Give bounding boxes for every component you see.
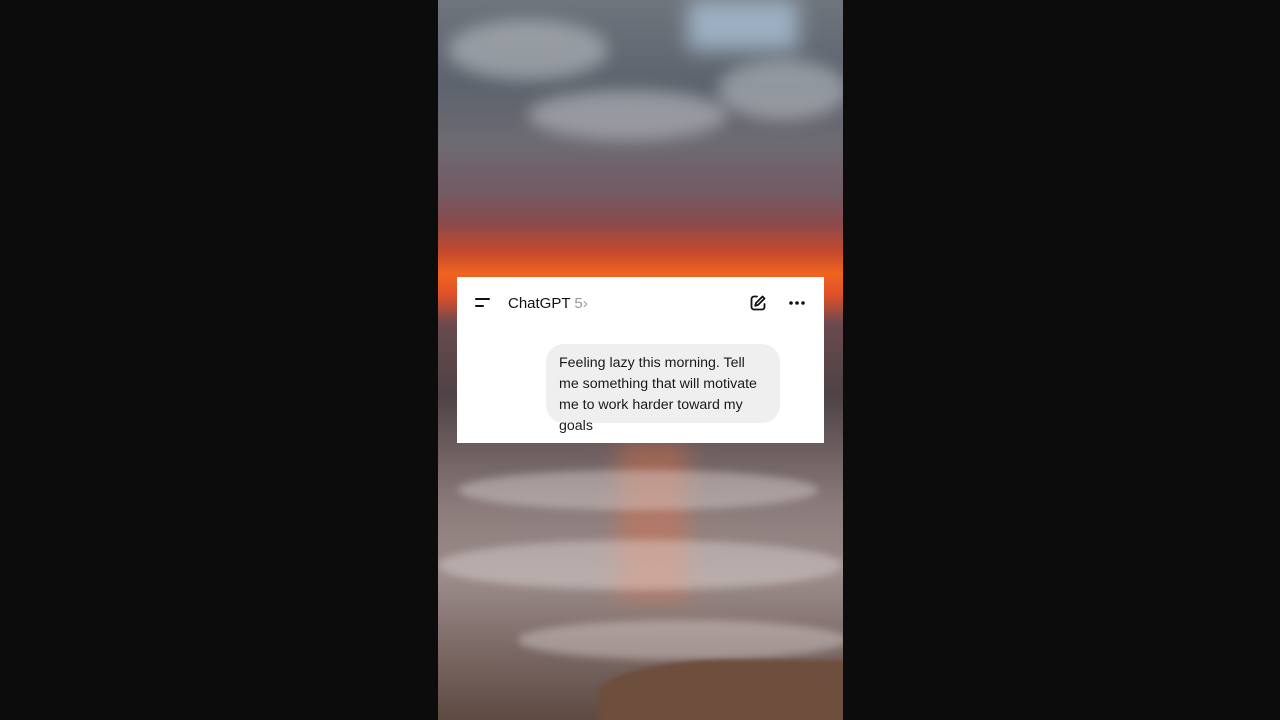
app-title: ChatGPT [508,295,571,312]
cloud [718,60,843,120]
foam [438,540,843,590]
ellipsis-icon[interactable] [788,294,806,312]
model-version: 5 [574,295,583,312]
sand [598,660,843,720]
chat-card: ChatGPT 5› Feeling lazy this morning. Te… [457,277,824,443]
foam [458,470,818,510]
chat-header: ChatGPT 5› [457,277,824,329]
foam [518,620,843,660]
compose-icon[interactable] [749,294,767,312]
cloud [528,90,728,140]
menu-icon[interactable] [475,298,491,308]
model-selector[interactable]: ChatGPT 5› [508,295,588,312]
user-message-bubble: Feeling lazy this morning. Tell me somet… [546,344,780,434]
chevron-right-icon: › [582,295,588,312]
cloud [448,20,608,80]
sky-patch [688,0,798,50]
